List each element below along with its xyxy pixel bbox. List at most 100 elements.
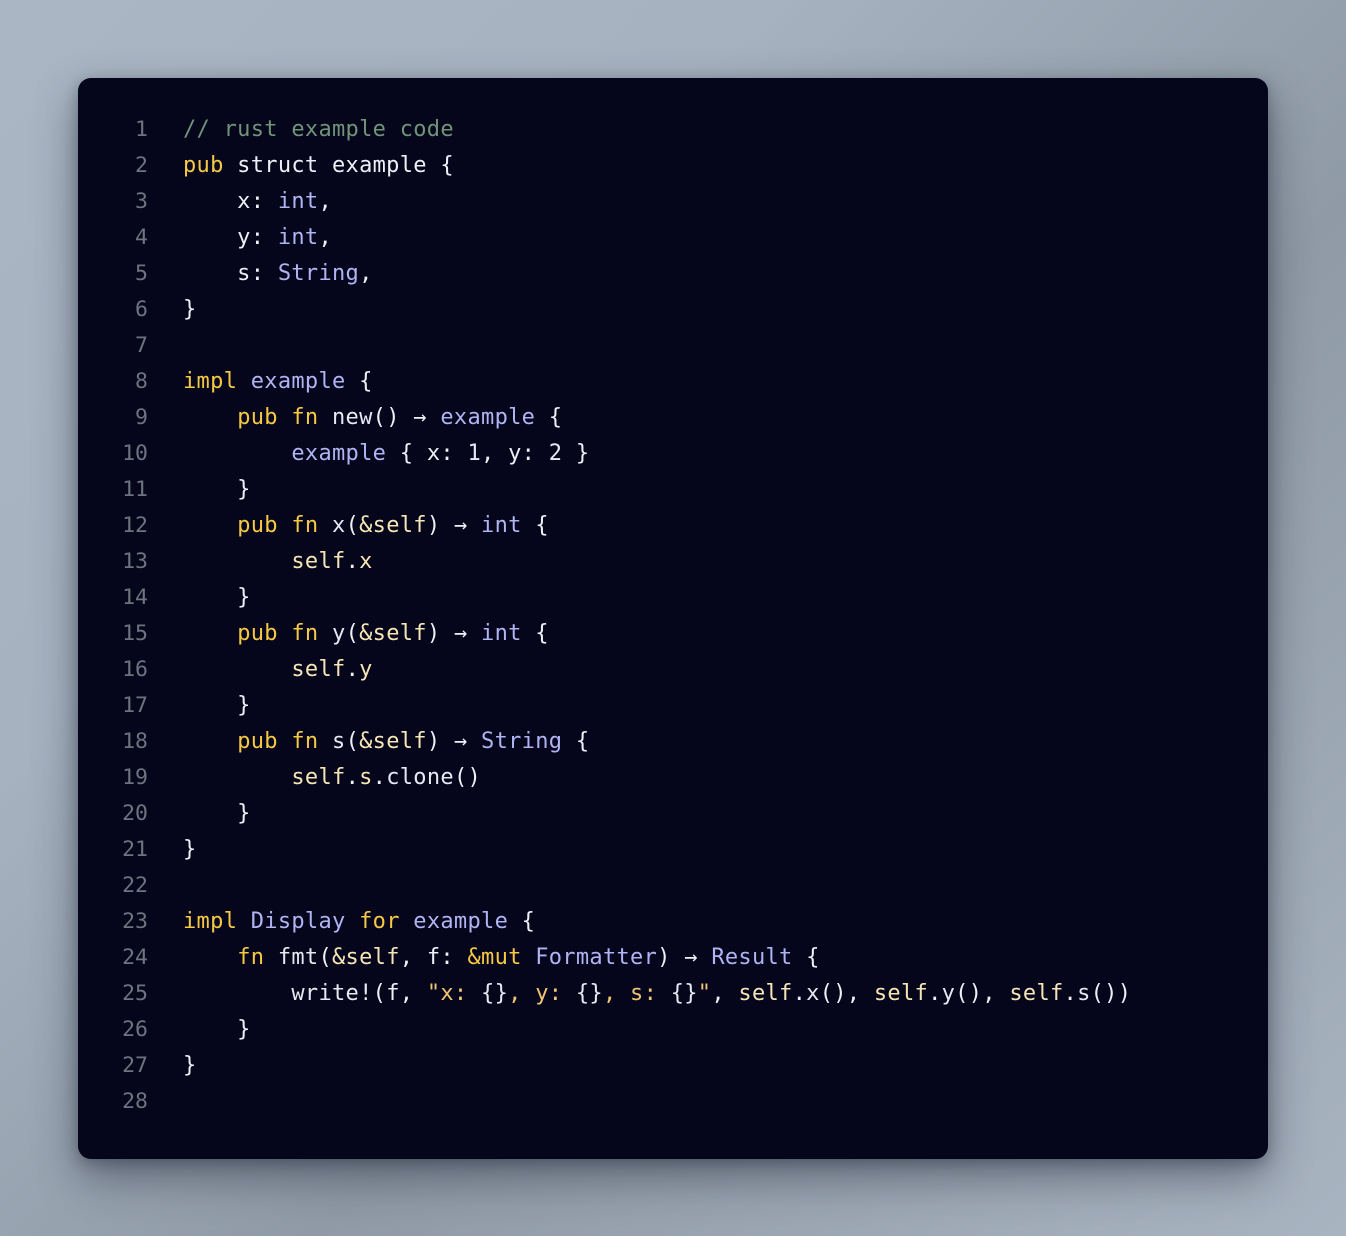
code-line[interactable]: 25 write!(f, "x: {}, y: {}, s: {}", self… xyxy=(78,976,1268,1012)
line-number: 22 xyxy=(122,873,148,898)
token-self: &self xyxy=(359,729,427,754)
line-number: 3 xyxy=(135,189,148,214)
token-plain: } xyxy=(183,297,197,322)
token-function: s xyxy=(1077,981,1091,1006)
token-self: y xyxy=(359,657,373,682)
token-function: clone xyxy=(386,765,454,790)
token-plain: (f, xyxy=(372,981,427,1006)
line-number: 4 xyxy=(135,225,148,250)
code-line[interactable]: 6} xyxy=(78,292,1268,328)
code-line[interactable]: 21} xyxy=(78,832,1268,868)
token-plain: ) xyxy=(426,621,454,646)
line-code: } xyxy=(183,292,197,328)
code-line[interactable]: 17 } xyxy=(78,688,1268,724)
code-line[interactable]: 26 } xyxy=(78,1012,1268,1048)
token-self: s xyxy=(359,765,373,790)
code-line[interactable]: 1 // rust example code xyxy=(78,112,1268,148)
token-self: &self xyxy=(359,621,427,646)
token-plain: { xyxy=(562,729,590,754)
token-plain: , xyxy=(318,225,333,250)
code-line[interactable]: 5 s: String, xyxy=(78,256,1268,292)
line-code: // rust example code xyxy=(183,112,454,148)
token-plain: } xyxy=(183,801,251,826)
code-line[interactable]: 20 } xyxy=(78,796,1268,832)
line-code: x: int, xyxy=(183,184,332,220)
code-line[interactable]: 24 fn fmt(&self, f: &mut Formatter) → Re… xyxy=(78,940,1268,976)
token-self: self xyxy=(738,981,793,1006)
token-type: int xyxy=(277,225,319,250)
line-number: 17 xyxy=(122,693,148,718)
token-number: 1 xyxy=(467,441,482,466)
line-code: example { x: 1, y: 2 } xyxy=(183,436,589,472)
token-keyword: impl xyxy=(183,909,238,934)
code-line[interactable]: 13 self.x xyxy=(78,544,1268,580)
code-line[interactable]: 3 x: int, xyxy=(78,184,1268,220)
code-line[interactable]: 14 } xyxy=(78,580,1268,616)
line-number: 15 xyxy=(122,621,148,646)
token-plain: ( xyxy=(345,513,360,538)
token-function: s xyxy=(332,729,346,754)
line-code: fn fmt(&self, f: &mut Formatter) → Resul… xyxy=(183,940,820,976)
token-keyword: pub fn xyxy=(237,621,319,646)
token-plain: { xyxy=(508,909,536,934)
token-plain: } xyxy=(562,441,590,466)
token-type: int xyxy=(481,621,522,646)
code-editor-content[interactable]: 1 // rust example code 2 pub struct example… xyxy=(78,112,1268,1120)
code-line[interactable]: 8 impl example { xyxy=(78,364,1268,400)
token-string: "x: xyxy=(426,981,482,1006)
token-plain: (), xyxy=(819,981,874,1006)
token-number: 2 xyxy=(548,441,563,466)
code-line[interactable]: 18 pub fn s(&self) → String { xyxy=(78,724,1268,760)
line-code: impl Display for example { xyxy=(183,904,535,940)
line-number: 19 xyxy=(122,765,148,790)
token-plain: { xyxy=(521,621,549,646)
token-plain: ) xyxy=(426,729,454,754)
code-line[interactable]: 23 impl Display for example { xyxy=(78,904,1268,940)
code-line[interactable]: 10 example { x: 1, y: 2 } xyxy=(78,436,1268,472)
token-function: x xyxy=(332,513,346,538)
line-number: 2 xyxy=(135,153,148,178)
token-plain: , y: xyxy=(481,441,549,466)
code-line[interactable]: 12 pub fn x(&self) → int { xyxy=(78,508,1268,544)
token-plain: { x: xyxy=(386,441,468,466)
line-number: 21 xyxy=(122,837,148,862)
code-line[interactable]: 28 xyxy=(78,1084,1268,1120)
line-code: } xyxy=(183,832,197,868)
screenshot-root: 1 // rust example code 2 pub struct example… xyxy=(0,0,1346,1236)
token-function: write! xyxy=(291,981,373,1006)
line-number: 18 xyxy=(122,729,148,754)
code-line[interactable]: 2 pub struct example { xyxy=(78,148,1268,184)
token-keyword: &mut xyxy=(467,945,522,970)
token-plain: } xyxy=(183,837,197,862)
code-line[interactable]: 16 self.y xyxy=(78,652,1268,688)
token-type: int xyxy=(481,513,522,538)
line-number: 12 xyxy=(122,513,148,538)
code-line[interactable]: 19 self.s.clone() xyxy=(78,760,1268,796)
token-plain: { xyxy=(535,405,563,430)
token-plain: . xyxy=(928,981,942,1006)
line-number: 9 xyxy=(135,405,148,430)
code-line[interactable]: 11 } xyxy=(78,472,1268,508)
token-self: self xyxy=(291,765,346,790)
code-line[interactable]: 7 xyxy=(78,328,1268,364)
code-line[interactable]: 15 pub fn y(&self) → int { xyxy=(78,616,1268,652)
token-plain: . xyxy=(1063,981,1078,1006)
code-line[interactable]: 22 xyxy=(78,868,1268,904)
code-line[interactable]: 9 pub fn new() → example { xyxy=(78,400,1268,436)
token-type: example xyxy=(413,909,509,934)
code-line[interactable]: 4 y: int, xyxy=(78,220,1268,256)
token-plain: , f: xyxy=(399,945,468,970)
code-line[interactable]: 27} xyxy=(78,1048,1268,1084)
token-plain: ( xyxy=(345,621,360,646)
